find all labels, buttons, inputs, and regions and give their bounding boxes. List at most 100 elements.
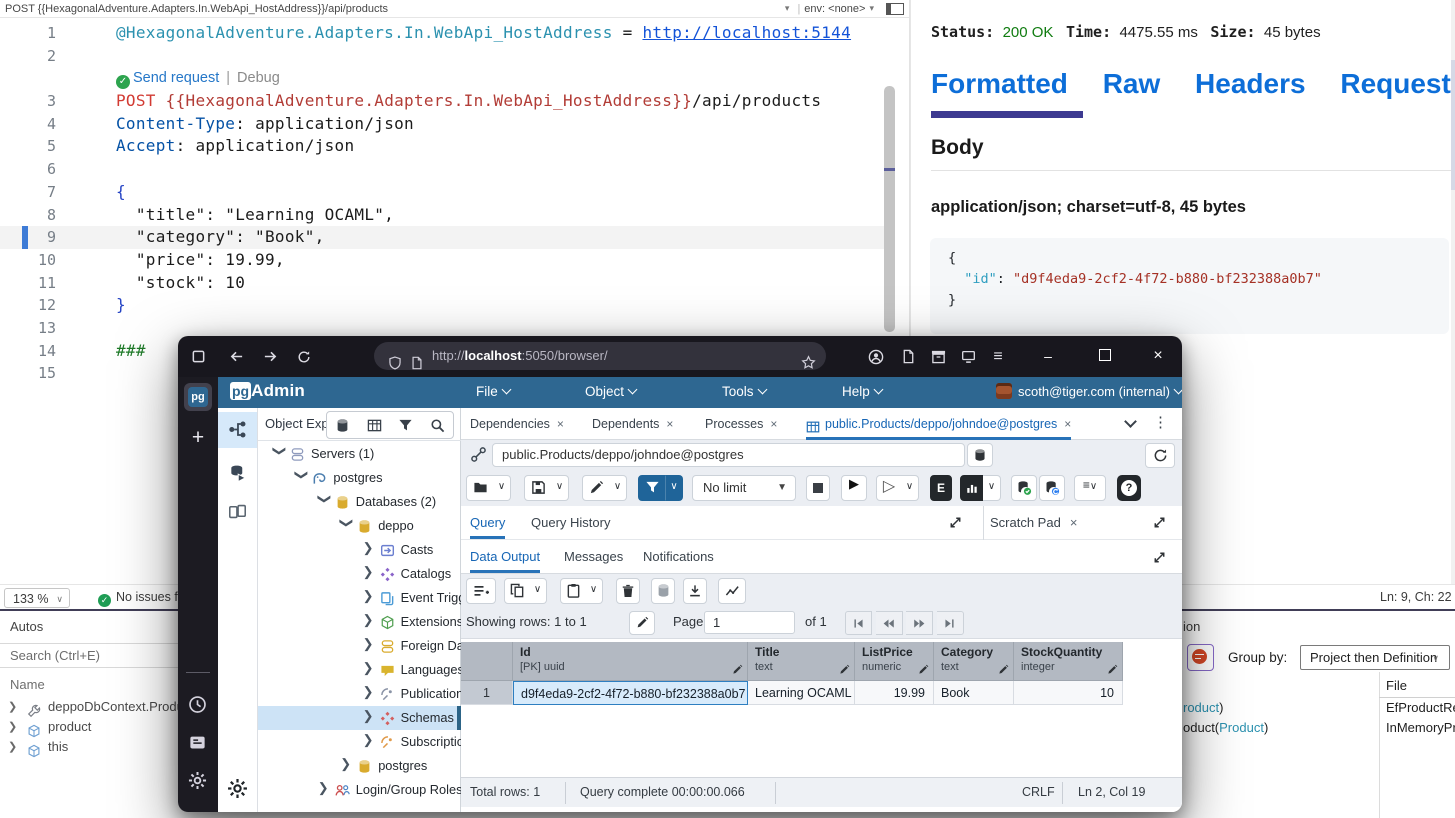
execute-options-button[interactable]: ▷ xyxy=(876,475,902,501)
refresh-layout-button[interactable] xyxy=(1145,443,1175,468)
object-explorer-toggle[interactable] xyxy=(218,412,257,448)
tree-chevron-icon[interactable]: ❯ xyxy=(339,517,355,528)
edit-range-button[interactable] xyxy=(629,611,655,635)
editor-line-4[interactable]: 4Content-Type: application/json xyxy=(0,113,910,136)
new-tab-button[interactable]: + xyxy=(178,425,218,451)
autos-tab[interactable]: Autos xyxy=(10,619,43,634)
delete-row-button[interactable] xyxy=(616,578,640,604)
column-header-title[interactable]: Titletext xyxy=(748,642,855,681)
connection-input[interactable]: public.Products/deppo/johndoe@postgres xyxy=(492,443,965,467)
env-selector-caret-icon[interactable]: ▾ xyxy=(865,3,878,14)
group-by-select[interactable]: Project then Definition∨ xyxy=(1300,645,1450,670)
paste-dropdown[interactable]: ∨ xyxy=(585,578,603,604)
tree-chevron-icon[interactable]: ❯ xyxy=(318,780,329,796)
minimize-button[interactable]: – xyxy=(1033,344,1063,368)
menu-help[interactable]: Help xyxy=(842,384,882,399)
editor-line-6[interactable]: 6 xyxy=(0,158,910,181)
expand-chevron-icon[interactable]: ❯ xyxy=(8,697,17,717)
reference-row[interactable]: roduct) xyxy=(1183,700,1223,715)
edit-column-icon[interactable] xyxy=(839,662,850,676)
split-editor-icon[interactable] xyxy=(886,3,904,15)
browser-titlebar[interactable]: http://localhost:5050/browser/ ≡ – × xyxy=(178,336,1182,377)
editor-line-1[interactable]: 1@HexagonalAdventure.Adapters.In.WebApi_… xyxy=(0,22,910,45)
workspace-tab-dependencies[interactable]: Dependencies× xyxy=(470,408,564,440)
macros-button[interactable]: ≡∨ xyxy=(1074,475,1106,501)
request-selector[interactable]: POST {{HexagonalAdventure.Adapters.In.We… xyxy=(0,3,781,15)
rollback-button[interactable] xyxy=(1039,475,1065,501)
column-header-id[interactable]: Id[PK] uuid xyxy=(513,642,748,681)
explain-analyze-button[interactable] xyxy=(960,475,984,501)
tree-item-login-group-roles[interactable]: ❯Login/Group Roles xyxy=(258,778,461,802)
runtime-settings-button[interactable] xyxy=(218,770,257,806)
request-selector-caret-icon[interactable]: ▾ xyxy=(781,3,794,14)
tree-item-deppo[interactable]: ❯deppo xyxy=(258,514,461,538)
tab-query-history[interactable]: Query History xyxy=(531,506,610,539)
tab-data-output[interactable]: Data Output xyxy=(470,540,540,573)
edit-button[interactable] xyxy=(582,475,610,501)
filter-button[interactable] xyxy=(638,475,666,501)
tree-item-postgres[interactable]: ❯postgres xyxy=(258,466,461,490)
execute-options-dropdown[interactable]: ∨ xyxy=(901,475,919,501)
editor-line-11[interactable]: 11 "stock": 10 xyxy=(0,272,910,295)
tree-item-schemas-1[interactable]: ❯Schemas (1) xyxy=(258,706,461,730)
autos-name-header[interactable]: Name xyxy=(10,677,45,692)
properties-grid-icon[interactable] xyxy=(367,418,382,433)
expand-chevron-icon[interactable]: ❯ xyxy=(8,717,17,737)
editor-line-5[interactable]: 5Accept: application/json xyxy=(0,135,910,158)
tree-chevron-icon[interactable]: ❯ xyxy=(294,469,310,480)
back-button[interactable] xyxy=(224,345,248,369)
help-button[interactable]: ? xyxy=(1117,475,1141,501)
workspace-tab-dependents[interactable]: Dependents× xyxy=(592,408,673,440)
commit-button[interactable] xyxy=(1011,475,1037,501)
search-objects-icon[interactable] xyxy=(430,418,445,433)
settings-button[interactable] xyxy=(188,771,208,791)
tree-chevron-icon[interactable]: ❯ xyxy=(363,588,374,604)
grid-cell[interactable]: 19.99 xyxy=(855,681,934,705)
menu-file[interactable]: File xyxy=(476,384,510,399)
graph-visualiser-button[interactable] xyxy=(718,578,746,604)
editor-line-10[interactable]: 10 "price": 19.99, xyxy=(0,249,910,272)
address-bar[interactable]: http://localhost:5050/browser/ xyxy=(374,342,826,370)
tree-chevron-icon[interactable]: ❯ xyxy=(272,445,288,456)
pgadmin-tab[interactable]: pg xyxy=(184,383,212,411)
group-settings-button[interactable] xyxy=(1187,644,1214,671)
tree-chevron-icon[interactable]: ❯ xyxy=(363,708,374,724)
grid-cell[interactable]: Learning OCAML xyxy=(748,681,855,705)
response-scrollbar-thumb[interactable] xyxy=(1451,60,1455,190)
history-button[interactable] xyxy=(188,695,208,715)
editor-line-3[interactable]: 3POST {{HexagonalAdventure.Adapters.In.W… xyxy=(0,90,910,113)
bookmarks-button[interactable] xyxy=(188,733,208,753)
forward-button[interactable] xyxy=(258,345,282,369)
close-tab-icon[interactable]: × xyxy=(770,417,777,431)
zoom-selector[interactable]: 133 %∨ xyxy=(4,588,70,608)
close-tab-icon[interactable]: × xyxy=(666,417,673,431)
reference-row[interactable]: oduct(Product) xyxy=(1183,720,1268,735)
editor-scrollbar[interactable] xyxy=(884,86,895,332)
workspace-tab-processes[interactable]: Processes× xyxy=(705,408,777,440)
grid-cell[interactable]: 10 xyxy=(1014,681,1123,705)
close-button[interactable]: × xyxy=(1143,344,1173,368)
extension-button[interactable] xyxy=(896,345,920,369)
editor-line-7[interactable]: 7{ xyxy=(0,181,910,204)
edit-column-icon[interactable] xyxy=(1107,662,1118,676)
tab-formatted[interactable]: Formatted xyxy=(931,68,1068,99)
tree-item-servers-1[interactable]: ❯Servers (1) xyxy=(258,442,461,466)
tab-options-kebab[interactable]: ⋮ xyxy=(1153,413,1168,431)
tab-request[interactable]: Request xyxy=(1340,68,1450,99)
last-page-button[interactable] xyxy=(937,611,964,635)
tree-item-foreign-data-w[interactable]: ❯Foreign Data W xyxy=(258,634,461,658)
send-request-link[interactable]: Send request xyxy=(133,70,219,86)
file-column-header[interactable]: File xyxy=(1386,678,1407,693)
user-menu[interactable]: scoth@tiger.com (internal) xyxy=(996,383,1182,399)
limit-selector[interactable]: No limit▼ xyxy=(692,475,796,501)
tab-headers[interactable]: Headers xyxy=(1195,68,1306,99)
prev-page-button[interactable] xyxy=(876,611,903,635)
edit-column-icon[interactable] xyxy=(998,662,1009,676)
tree-item-casts[interactable]: ❯Casts xyxy=(258,538,461,562)
tab-scratch-pad[interactable]: Scratch Pad× xyxy=(990,506,1077,539)
close-tab-icon[interactable]: × xyxy=(557,417,564,431)
paste-button[interactable] xyxy=(560,578,586,604)
save-file-dropdown[interactable]: ∨ xyxy=(551,475,569,501)
page-info-icon[interactable] xyxy=(410,348,424,376)
next-page-button[interactable] xyxy=(906,611,933,635)
